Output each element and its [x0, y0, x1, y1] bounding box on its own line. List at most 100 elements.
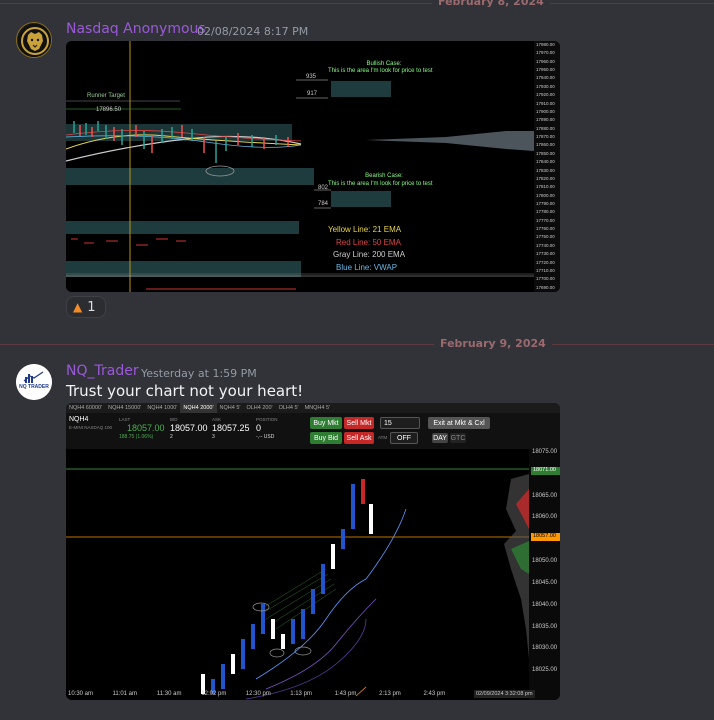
axis-tick-label: 17920.00 [536, 92, 555, 98]
price-chart [66, 449, 560, 700]
tab[interactable]: MNQH4 5' [302, 403, 334, 413]
axis-tick-label: 17700.00 [536, 276, 555, 282]
last-label: LAST [119, 417, 131, 422]
axis-tick-label: 17960.00 [536, 58, 555, 64]
price-axis: 18075.0018070.0018065.0018060.0018055.00… [531, 449, 560, 689]
buy-mkt-button[interactable]: Buy Mkt [310, 417, 342, 429]
axis-tick-label: 17750.00 [536, 234, 555, 240]
symbol-desc: E-MINI NASDAQ 100 [69, 425, 113, 430]
chart-image-2[interactable]: NQH4 60000' NQH4 15000' NQH4 1000' NQH4 … [66, 403, 560, 700]
axis-tick-label: 17820.00 [536, 175, 555, 181]
ask-price: 18057.25 [212, 423, 250, 433]
bid-size: 2 [170, 434, 173, 440]
buy-bid-button[interactable]: Buy Bid [310, 432, 342, 444]
reaction-count: 1 [87, 299, 96, 315]
time-tick-label: 2:13 pm [379, 691, 401, 697]
atm-select[interactable]: OFF [390, 432, 418, 444]
day-button[interactable]: DAY [432, 433, 448, 443]
level-label: 17896.50 [96, 107, 122, 113]
axis-tick-label: 17770.00 [536, 217, 555, 223]
fire-icon: ▲ [73, 300, 83, 314]
bid-label: BID [170, 417, 178, 422]
time-tick-label: 10:30 am [68, 691, 94, 697]
message-text: Trust your chart not your heart! [66, 382, 304, 400]
tab[interactable]: OLH4 200' [243, 403, 275, 413]
axis-tick-label: 17910.00 [536, 100, 555, 106]
axis-tick-label: 17860.00 [536, 142, 555, 148]
bearish-subtitle: This is the area I'm look for price to t… [328, 181, 433, 187]
date-divider-2 [0, 344, 714, 345]
axis-tick-label: 17760.00 [536, 226, 555, 232]
date-divider-1-label: February 8, 2024 [432, 0, 550, 8]
avatar-text: NQ TRADER [19, 384, 49, 390]
axis-tick-label: 17780.00 [536, 209, 555, 215]
time-tick-label: 1:43 pm [334, 691, 357, 697]
legend-item: Red Line: 50 EMA [336, 237, 401, 247]
bullish-subtitle: This is the area I'm look for price to t… [328, 68, 433, 74]
time-tick-label: 11:30 am [156, 691, 182, 697]
atm-label: ATM [378, 435, 388, 440]
axis-tick-label: 17790.00 [536, 200, 555, 206]
axis-tick-label: 17980.00 [536, 42, 555, 47]
axis-tick-label: 18030.00 [532, 645, 558, 652]
tab[interactable]: NQH4 1000' [144, 403, 180, 413]
axis-tick-label: 18045.00 [532, 579, 558, 586]
axis-tick-label: 18065.00 [532, 492, 558, 499]
price-marker-orange: 18057.00 [531, 533, 560, 541]
last-price: 18057.00 [127, 423, 165, 433]
price-change: 188.75 (1.06%) [119, 434, 154, 440]
symbol: NQH4 [69, 416, 89, 423]
tab-active[interactable]: NQH4 2000' [180, 403, 217, 413]
timestamp: Yesterday at 1:59 PM [141, 367, 257, 380]
price-axis: 17980.00 17970.00 17960.00 17950.00 17940.00… [536, 41, 560, 292]
tab[interactable]: NQH4 60000' [66, 403, 105, 413]
bearish-title: Bearish Case: [365, 173, 403, 179]
axis-tick-label: 17900.00 [536, 108, 555, 114]
axis-tick-label: 18040.00 [532, 601, 558, 608]
time-tick-label: 12:30 pm [245, 691, 271, 697]
axis-tick-label: 18035.00 [532, 623, 558, 630]
avatar[interactable]: NQ TRADER [16, 364, 52, 400]
axis-tick-label: 17870.00 [536, 134, 555, 140]
level-label: 784 [318, 201, 329, 207]
axis-tick-label: 17710.00 [536, 267, 555, 273]
time-tick-label: 2:43 pm [423, 691, 446, 697]
quantity-stepper[interactable]: 15 [380, 417, 420, 429]
level-label: 935 [306, 74, 317, 80]
axis-tick-label: 18050.00 [532, 558, 558, 565]
tab[interactable]: NQH4 5' [217, 403, 244, 413]
bullish-title: Bullish Case: [366, 61, 402, 67]
level-label: 802 [318, 185, 329, 191]
axis-tick-label: 17930.00 [536, 83, 555, 89]
gtc-button[interactable]: GTC [450, 433, 466, 443]
tab[interactable]: OLH4 5' [276, 403, 302, 413]
username[interactable]: NQ_Trader [66, 363, 139, 379]
nq-trader-logo-icon [16, 364, 52, 400]
timestamp: 02/08/2024 8:17 PM [197, 25, 309, 38]
chart-tabs: NQH4 60000' NQH4 15000' NQH4 1000' NQH4 … [66, 403, 560, 413]
date-divider-2-label: February 9, 2024 [434, 337, 552, 350]
runner-target-label: Runner Target [87, 93, 125, 99]
axis-tick-label: 17970.00 [536, 50, 555, 56]
sell-ask-button[interactable]: Sell Ask [344, 432, 374, 444]
ask-size: 3 [212, 434, 215, 440]
level-label: 917 [307, 91, 318, 97]
axis-tick-label: 17890.00 [536, 117, 555, 123]
legend-item: Blue Line: VWAP [336, 262, 398, 272]
username[interactable]: Nasdaq Anonymous [66, 21, 206, 37]
time-tick-label: 11:01 am [112, 691, 138, 697]
exit-button[interactable]: Exit at Mkt & Cxl [428, 417, 490, 429]
tab[interactable]: NQH4 15000' [105, 403, 144, 413]
sell-mkt-button[interactable]: Sell Mkt [344, 417, 374, 429]
time-tick-label: 1:13 pm [290, 691, 312, 697]
axis-tick-label: 17880.00 [536, 125, 555, 131]
reaction-fire[interactable]: ▲ 1 [66, 296, 106, 318]
ask-label: ASK [212, 417, 222, 422]
axis-tick-label: 17840.00 [536, 159, 555, 165]
chart-image-1[interactable]: Runner Target 17896.50 Bullish Case: Thi… [66, 41, 560, 292]
axis-tick-label: 18060.00 [532, 514, 558, 521]
avatar[interactable] [16, 22, 52, 58]
date-divider-1 [0, 3, 714, 4]
axis-tick-label: 17720.00 [536, 259, 555, 265]
position-label: POSITION [256, 417, 278, 422]
